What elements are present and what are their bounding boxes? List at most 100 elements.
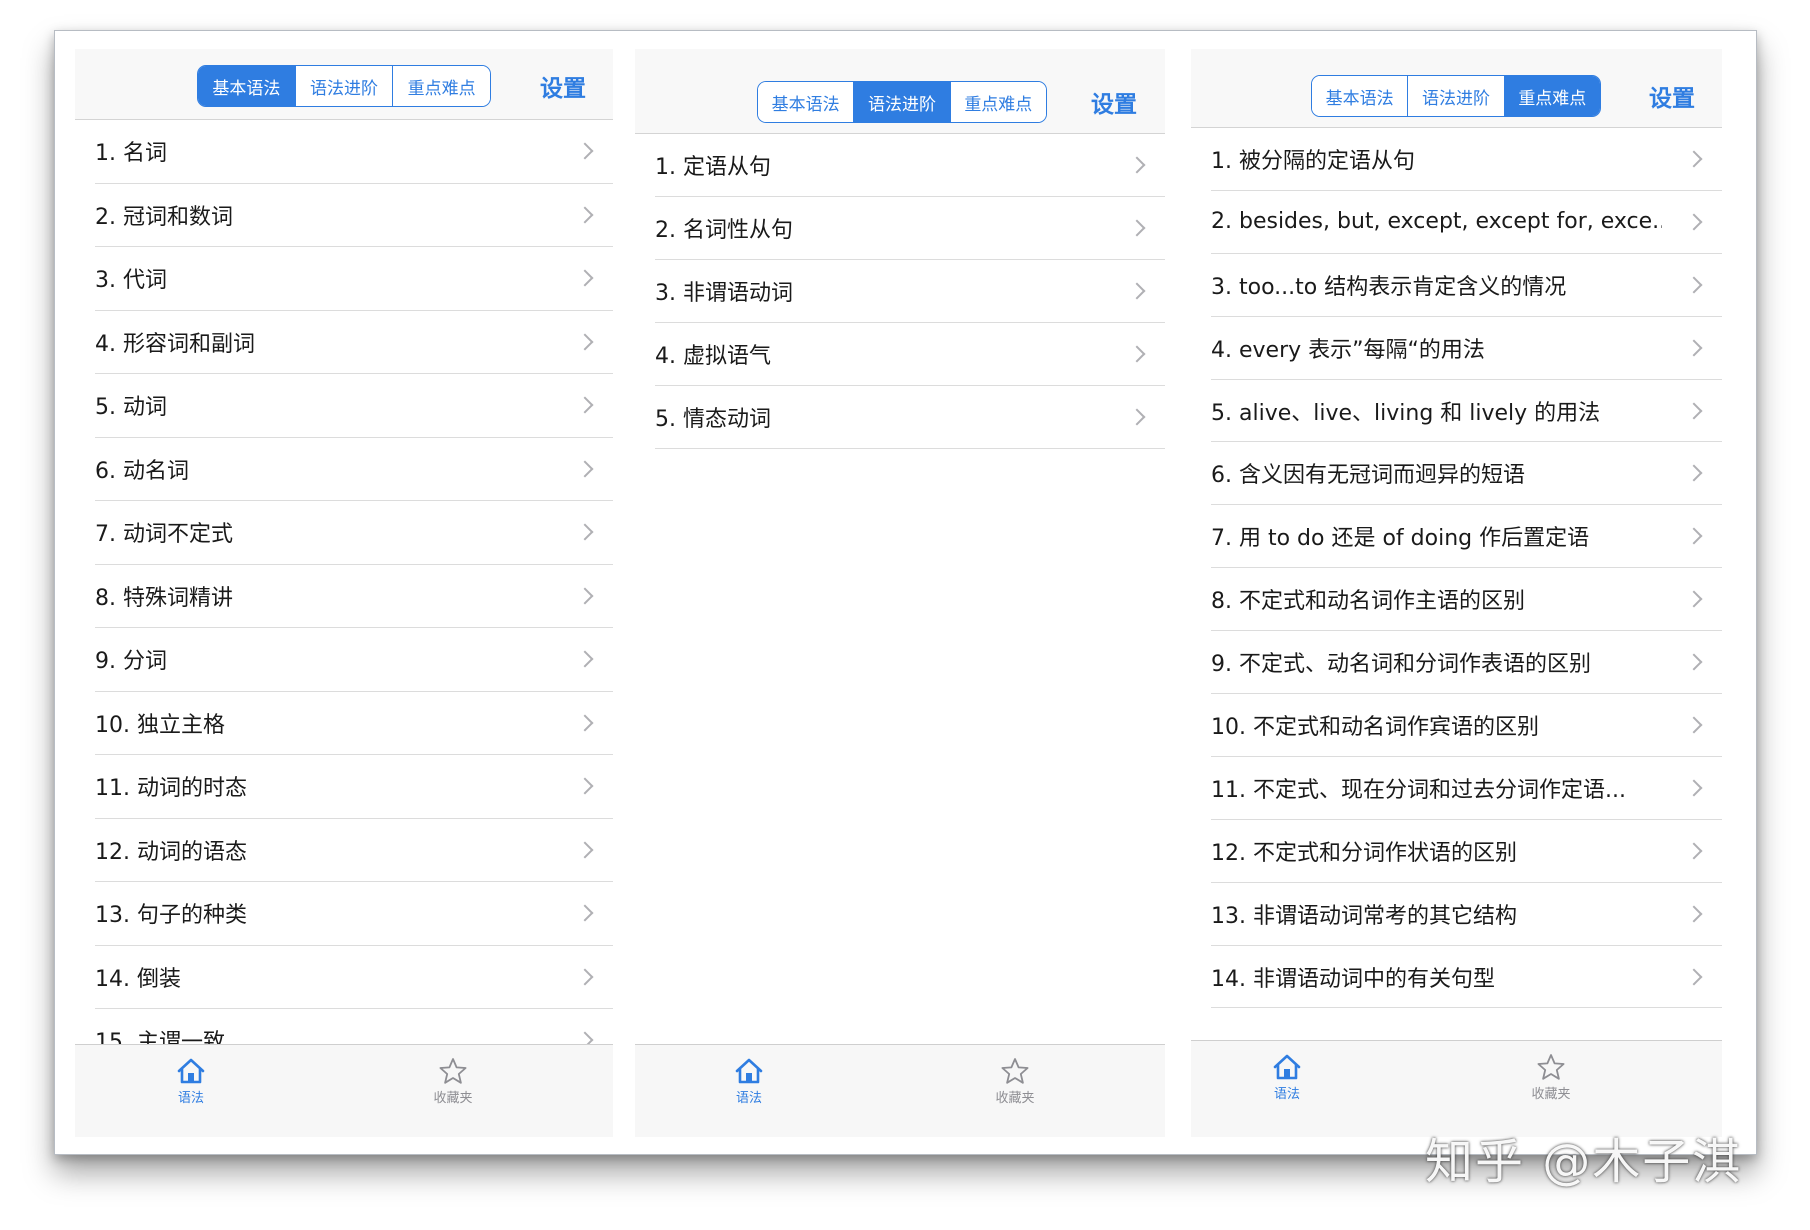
topic-list: 1. 名词 2. 冠词和数词 3. 代词 4. 形容词和副词 5. 动词 6. 动名词 7.… xyxy=(75,120,613,1073)
list-item[interactable]: 14. 倒装 xyxy=(95,946,613,1009)
list-item[interactable]: 2. 名词性从句 xyxy=(655,197,1165,260)
list-item[interactable]: 11. 不定式、现在分词和过去分词作定语... xyxy=(1211,757,1722,820)
tab-grammar-label: 语法 xyxy=(735,1091,762,1106)
list-item-label: 1. 名词 xyxy=(95,141,167,167)
star-icon xyxy=(1001,1058,1029,1084)
list-item[interactable]: 4. every 表示”每隔“的用法 xyxy=(1211,317,1722,380)
list-item[interactable]: 2. besides, but, except, except for, exc… xyxy=(1211,191,1722,254)
chevron-right-icon xyxy=(1685,276,1703,294)
list-item[interactable]: 1. 名词 xyxy=(95,120,613,184)
list-item[interactable]: 1. 定语从句 xyxy=(655,134,1165,197)
list-item-label: 9. 分词 xyxy=(95,649,167,675)
chevron-right-icon xyxy=(576,968,594,986)
chevron-right-icon xyxy=(1685,779,1703,797)
tab-grammar-label: 语法 xyxy=(1273,1087,1300,1102)
segment-advanced-grammar[interactable]: 语法进阶 xyxy=(1408,76,1505,116)
list-item[interactable]: 2. 冠词和数词 xyxy=(95,184,613,247)
list-item-label: 2. 冠词和数词 xyxy=(95,204,233,230)
list-item[interactable]: 13. 句子的种类 xyxy=(95,882,613,946)
list-item-label: 2. 名词性从句 xyxy=(655,218,793,243)
tab-favorites-label: 收藏夹 xyxy=(1531,1087,1571,1102)
segment-basic-grammar[interactable]: 基本语法 xyxy=(198,66,296,106)
chevron-right-icon xyxy=(1685,968,1703,986)
chevron-right-icon xyxy=(576,523,594,541)
navigation-bar: 基本语法 语法进阶 重点难点 设置 xyxy=(635,49,1165,134)
chevron-right-icon xyxy=(576,777,594,795)
list-item[interactable]: 9. 分词 xyxy=(95,628,613,692)
list-item-label: 9. 不定式、动名词和分词作表语的区别 xyxy=(1211,652,1591,678)
segment-basic-grammar[interactable]: 基本语法 xyxy=(758,82,855,122)
list-item-label: 12. 动词的语态 xyxy=(95,839,247,865)
chevron-right-icon xyxy=(576,460,594,478)
chevron-right-icon xyxy=(1685,213,1703,231)
tab-grammar[interactable]: 语法 xyxy=(1227,1053,1347,1102)
list-item[interactable]: 4. 形容词和副词 xyxy=(95,311,613,374)
settings-button[interactable]: 设置 xyxy=(1649,79,1695,113)
list-item[interactable]: 3. too...to 结构表示肯定含义的情况 xyxy=(1211,254,1722,317)
tab-favorites-label: 收藏夹 xyxy=(433,1091,473,1106)
tab-favorites[interactable]: 收藏夹 xyxy=(955,1057,1075,1106)
list-item[interactable]: 8. 特殊词精讲 xyxy=(95,565,613,628)
home-icon xyxy=(177,1058,205,1084)
settings-button[interactable]: 设置 xyxy=(1091,85,1137,119)
topic-list: 1. 被分隔的定语从句 2. besides, but, except, exce… xyxy=(1191,128,1722,1009)
segment-key-difficulties[interactable]: 重点难点 xyxy=(1504,76,1600,116)
list-item-label: 4. 虚拟语气 xyxy=(655,344,771,369)
segment-key-difficulties[interactable]: 重点难点 xyxy=(393,66,490,106)
chevron-right-icon xyxy=(1685,590,1703,608)
chevron-right-icon xyxy=(576,714,594,732)
list-item[interactable]: 5. 动词 xyxy=(95,374,613,438)
segment-advanced-grammar[interactable]: 语法进阶 xyxy=(854,82,951,122)
chevron-right-icon xyxy=(1685,842,1703,860)
chevron-right-icon xyxy=(576,841,594,859)
chevron-right-icon xyxy=(1685,402,1703,419)
list-item-label: 4. every 表示”每隔“的用法 xyxy=(1211,337,1485,363)
list-item[interactable]: 6. 含义因有无冠词而迥异的短语 xyxy=(1211,442,1722,506)
star-icon xyxy=(1537,1054,1565,1080)
tab-favorites[interactable]: 收藏夹 xyxy=(1491,1053,1611,1102)
settings-button[interactable]: 设置 xyxy=(540,69,586,103)
list-item-label: 13. 非谓语动词常考的其它结构 xyxy=(1211,903,1517,929)
list-item[interactable]: 9. 不定式、动名词和分词作表语的区别 xyxy=(1211,631,1722,695)
chevron-right-icon xyxy=(1128,156,1146,174)
list-item[interactable]: 7. 动词不定式 xyxy=(95,501,613,565)
segment-basic-grammar[interactable]: 基本语法 xyxy=(1312,76,1409,116)
tab-favorites[interactable]: 收藏夹 xyxy=(393,1057,513,1106)
tab-favorites-label: 收藏夹 xyxy=(995,1091,1035,1106)
list-item[interactable]: 8. 不定式和动名词作主语的区别 xyxy=(1211,568,1722,632)
list-item[interactable]: 13. 非谓语动词常考的其它结构 xyxy=(1211,883,1722,946)
list-item[interactable]: 12. 动词的语态 xyxy=(95,819,613,882)
list-item[interactable]: 3. 非谓语动词 xyxy=(655,260,1165,323)
panel-key-difficulties: 基本语法 语法进阶 重点难点 设置 1. 被分隔的定语从句 2. besides,… xyxy=(1191,49,1722,1137)
list-item[interactable]: 5. 情态动词 xyxy=(655,386,1165,449)
tab-grammar-label: 语法 xyxy=(177,1091,204,1106)
list-item-label: 1. 被分隔的定语从句 xyxy=(1211,148,1415,174)
chevron-right-icon xyxy=(1128,282,1146,300)
list-item[interactable]: 10. 不定式和动名词作宾语的区别 xyxy=(1211,694,1722,757)
screenshot-frame: 基本语法 语法进阶 重点难点 设置 1. 名词 2. 冠词和数词 3. 代词 4. 形… xyxy=(54,30,1757,1155)
list-item-label: 13. 句子的种类 xyxy=(95,903,247,929)
list-item[interactable]: 1. 被分隔的定语从句 xyxy=(1211,128,1722,191)
list-item-label: 8. 特殊词精讲 xyxy=(95,585,233,611)
topic-list: 1. 定语从句 2. 名词性从句 3. 非谓语动词 4. 虚拟语气 5. 情态动词 xyxy=(635,134,1165,449)
list-item[interactable]: 12. 不定式和分词作状语的区别 xyxy=(1211,820,1722,883)
list-item[interactable]: 10. 独立主格 xyxy=(95,692,613,755)
list-item[interactable]: 3. 代词 xyxy=(95,247,613,311)
list-item-label: 6. 动名词 xyxy=(95,458,189,484)
list-item-label: 11. 不定式、现在分词和过去分词作定语... xyxy=(1211,777,1626,803)
list-item[interactable]: 14. 非谓语动词中的有关句型 xyxy=(1211,946,1722,1009)
list-item[interactable]: 11. 动词的时态 xyxy=(95,755,613,819)
list-item-label: 1. 定语从句 xyxy=(655,155,771,180)
list-item[interactable]: 6. 动名词 xyxy=(95,438,613,501)
list-item[interactable]: 4. 虚拟语气 xyxy=(655,323,1165,386)
list-item-label: 3. 代词 xyxy=(95,268,167,294)
tab-grammar[interactable]: 语法 xyxy=(689,1057,809,1106)
chevron-right-icon xyxy=(576,269,594,287)
list-item[interactable]: 7. 用 to do 还是 of doing 作后置定语 xyxy=(1211,505,1722,569)
tab-grammar[interactable]: 语法 xyxy=(131,1057,251,1106)
list-item[interactable]: 5. alive、live、living 和 lively 的用法 xyxy=(1211,380,1722,443)
list-item-label: 4. 形容词和副词 xyxy=(95,331,255,357)
list-item-label: 10. 独立主格 xyxy=(95,712,225,738)
segment-advanced-grammar[interactable]: 语法进阶 xyxy=(295,66,394,106)
segment-key-difficulties[interactable]: 重点难点 xyxy=(950,82,1046,122)
